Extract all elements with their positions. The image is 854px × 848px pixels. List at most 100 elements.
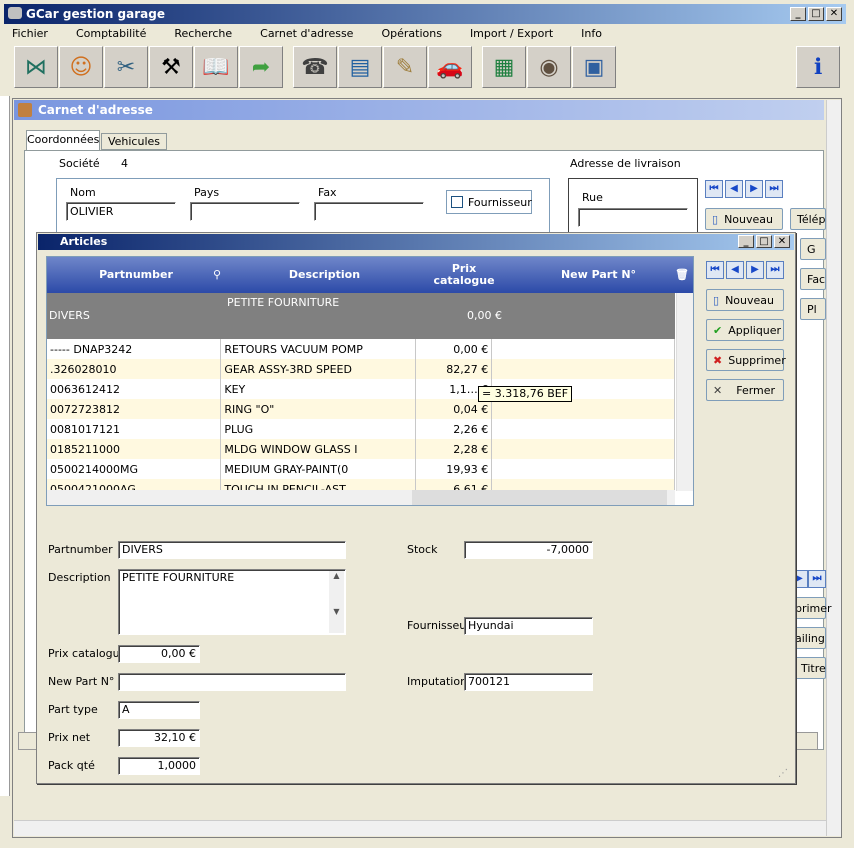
nom-field[interactable]: OLIVIER <box>66 202 176 221</box>
scroll-icon[interactable]: ✎ <box>383 46 427 88</box>
menu-item-3[interactable]: Carnet d'adresse <box>248 25 365 45</box>
tools-icon[interactable]: ✂ <box>104 46 148 88</box>
table-cell: 0063612412 <box>47 379 222 399</box>
form-prix-field[interactable]: 0,00 € <box>118 645 200 663</box>
form-stock-field[interactable]: -7,0000 <box>464 541 593 559</box>
articles-next-icon[interactable]: ▶ <box>746 261 764 279</box>
minimize-button[interactable]: _ <box>790 7 806 21</box>
grid-hscroll[interactable] <box>47 490 675 505</box>
table-cell <box>491 359 675 379</box>
facture-button[interactable]: Fac <box>800 268 826 290</box>
fax-field[interactable] <box>314 202 424 221</box>
selected-row[interactable]: DIVERS PETITE FOURNITURE 0,00 € <box>47 293 675 339</box>
form-prixnet-field[interactable]: 32,10 € <box>118 729 200 747</box>
menu-item-2[interactable]: Recherche <box>162 25 244 45</box>
tab-vehicules[interactable]: Vehicules <box>101 133 167 150</box>
table-row[interactable]: 0185211000 MLDG WINDOW GLASS I 2,28 € <box>47 439 675 459</box>
carnet-last2-icon[interactable]: ⏭ <box>808 570 826 588</box>
fax-icon[interactable]: ☎ <box>293 46 337 88</box>
col-partnumber-header[interactable]: Partnumber ⚲ <box>47 257 225 293</box>
user-icon[interactable]: ☺ <box>59 46 103 88</box>
form-newpart-field[interactable] <box>118 673 346 691</box>
col-newpart-header[interactable]: New Part N° 🗑 <box>504 257 693 293</box>
bowtie-icon[interactable]: ⋈ <box>14 46 58 88</box>
carnet-last-icon[interactable]: ⏭ <box>765 180 783 198</box>
carnet-first-icon[interactable]: ⏮ <box>705 180 723 198</box>
selected-partnumber: DIVERS <box>49 309 90 322</box>
car-icon[interactable]: 🚗 <box>428 46 472 88</box>
selected-description: PETITE FOURNITURE <box>227 296 340 309</box>
table-cell: MLDG WINDOW GLASS I <box>220 439 417 459</box>
menu-item-1[interactable]: Comptabilité <box>64 25 158 45</box>
maximize-button[interactable]: □ <box>808 7 824 21</box>
fax-label: Fax <box>316 186 339 199</box>
folder-arrow-icon[interactable]: ➦ <box>239 46 283 88</box>
menu-item-6[interactable]: Info <box>569 25 614 45</box>
menu-item-4[interactable]: Opérations <box>369 25 453 45</box>
tab-coordonnees[interactable]: Coordonnées <box>26 130 100 150</box>
description-scroll[interactable]: ▲ ▼ <box>329 571 344 633</box>
form-imputation-field[interactable]: 700121 <box>464 673 593 691</box>
info-icon[interactable]: ℹ <box>796 46 840 88</box>
articles-first-icon[interactable]: ⏮ <box>706 261 724 279</box>
form-parttype-label: Part type <box>48 703 98 716</box>
pays-field[interactable] <box>190 202 300 221</box>
worker-icon[interactable]: ⚒ <box>149 46 193 88</box>
carnet-hscrollbar[interactable] <box>14 820 826 836</box>
search-icon[interactable]: ⚲ <box>213 257 221 293</box>
articles-prev-icon[interactable]: ◀ <box>726 261 744 279</box>
carnet-nouveau-button[interactable]: ▯ Nouveau <box>705 208 783 230</box>
g-button[interactable]: G <box>800 238 826 260</box>
table-row[interactable]: 0063612412 KEY 1,1… € <box>47 379 675 399</box>
form-partnumber-field[interactable]: DIVERS <box>118 541 346 559</box>
form-pack-field[interactable]: 1,0000 <box>118 757 200 775</box>
fournisseur-checkbox[interactable] <box>451 196 463 208</box>
titre-button[interactable]: Titre <box>794 657 826 679</box>
appliquer-label: Appliquer <box>728 323 782 337</box>
notepad-icon[interactable]: ▤ <box>338 46 382 88</box>
form-parttype-field[interactable]: A <box>118 701 200 719</box>
form-fournisseur-field[interactable]: Hyundai <box>464 617 593 635</box>
rue-field[interactable] <box>578 208 688 227</box>
resize-grip-icon[interactable]: ⋰ <box>778 768 792 782</box>
trash-icon[interactable]: 🗑 <box>675 257 689 293</box>
menu-item-5[interactable]: Import / Export <box>458 25 565 45</box>
telephone-button[interactable]: Télép <box>790 208 826 230</box>
grid-hscroll-thumb[interactable] <box>412 490 667 505</box>
articles-close-button[interactable]: ✕ <box>774 235 790 248</box>
articles-title: Articles <box>60 235 108 248</box>
menu-item-0[interactable]: Fichier <box>0 25 60 45</box>
articles-last-icon[interactable]: ⏭ <box>766 261 784 279</box>
toolbar: ⋈ ☺ ✂ ⚒ 📖 ➦ ☎ ▤ ✎ 🚗 ▦ ◉ ▣ ℹ <box>14 46 840 94</box>
col-description-header[interactable]: Description <box>225 257 424 293</box>
close-button[interactable]: ✕ <box>826 7 842 21</box>
price-tooltip: = 3.318,76 BEF <box>478 386 573 402</box>
carnet-next-icon[interactable]: ▶ <box>745 180 763 198</box>
table-row[interactable]: 0081017121 PLUG 2,26 € <box>47 419 675 439</box>
carnet-scrollbar[interactable] <box>826 100 841 836</box>
articles-minimize-button[interactable]: _ <box>738 235 754 248</box>
col-prix-header[interactable]: Prix catalogue <box>424 257 504 293</box>
cash-register-icon[interactable]: ▣ <box>572 46 616 88</box>
cd-monkey-icon[interactable]: ◉ <box>527 46 571 88</box>
articles-nouveau-button[interactable]: ▯ Nouveau <box>706 289 784 311</box>
supprimer-button[interactable]: ✖ Supprimer <box>706 349 786 371</box>
appliquer-button[interactable]: ✔ Appliquer <box>706 319 784 341</box>
table-cell <box>491 459 675 479</box>
table-cell: 0,00 € <box>415 339 493 359</box>
table-row[interactable]: 0500214000MG MEDIUM GRAY-PAINT(0 19,93 € <box>47 459 675 479</box>
fermer-button[interactable]: ✕ Fermer <box>706 379 784 401</box>
carnet-prev-icon[interactable]: ◀ <box>725 180 743 198</box>
table-row[interactable]: ----- DNAP3242 RETOURS VACUUM POMP 0,00 € <box>47 339 675 359</box>
table-row[interactable]: .326028010 GEAR ASSY-3RD SPEED 82,27 € <box>47 359 675 379</box>
articles-maximize-button[interactable]: □ <box>756 235 772 248</box>
book-icon[interactable]: 📖 <box>194 46 238 88</box>
grid-vscroll[interactable] <box>676 293 693 491</box>
articles-titlebar: Articles _ □ ✕ <box>38 234 794 250</box>
pl-button[interactable]: Pl <box>800 298 826 320</box>
calculator-icon[interactable]: ▦ <box>482 46 526 88</box>
table-row[interactable]: 0072723812 RING "O" 0,04 € <box>47 399 675 419</box>
form-description-field[interactable]: PETITE FOURNITURE <box>118 569 346 635</box>
delete-icon: ✖ <box>713 353 723 367</box>
fermer-label: Fermer <box>736 383 776 397</box>
